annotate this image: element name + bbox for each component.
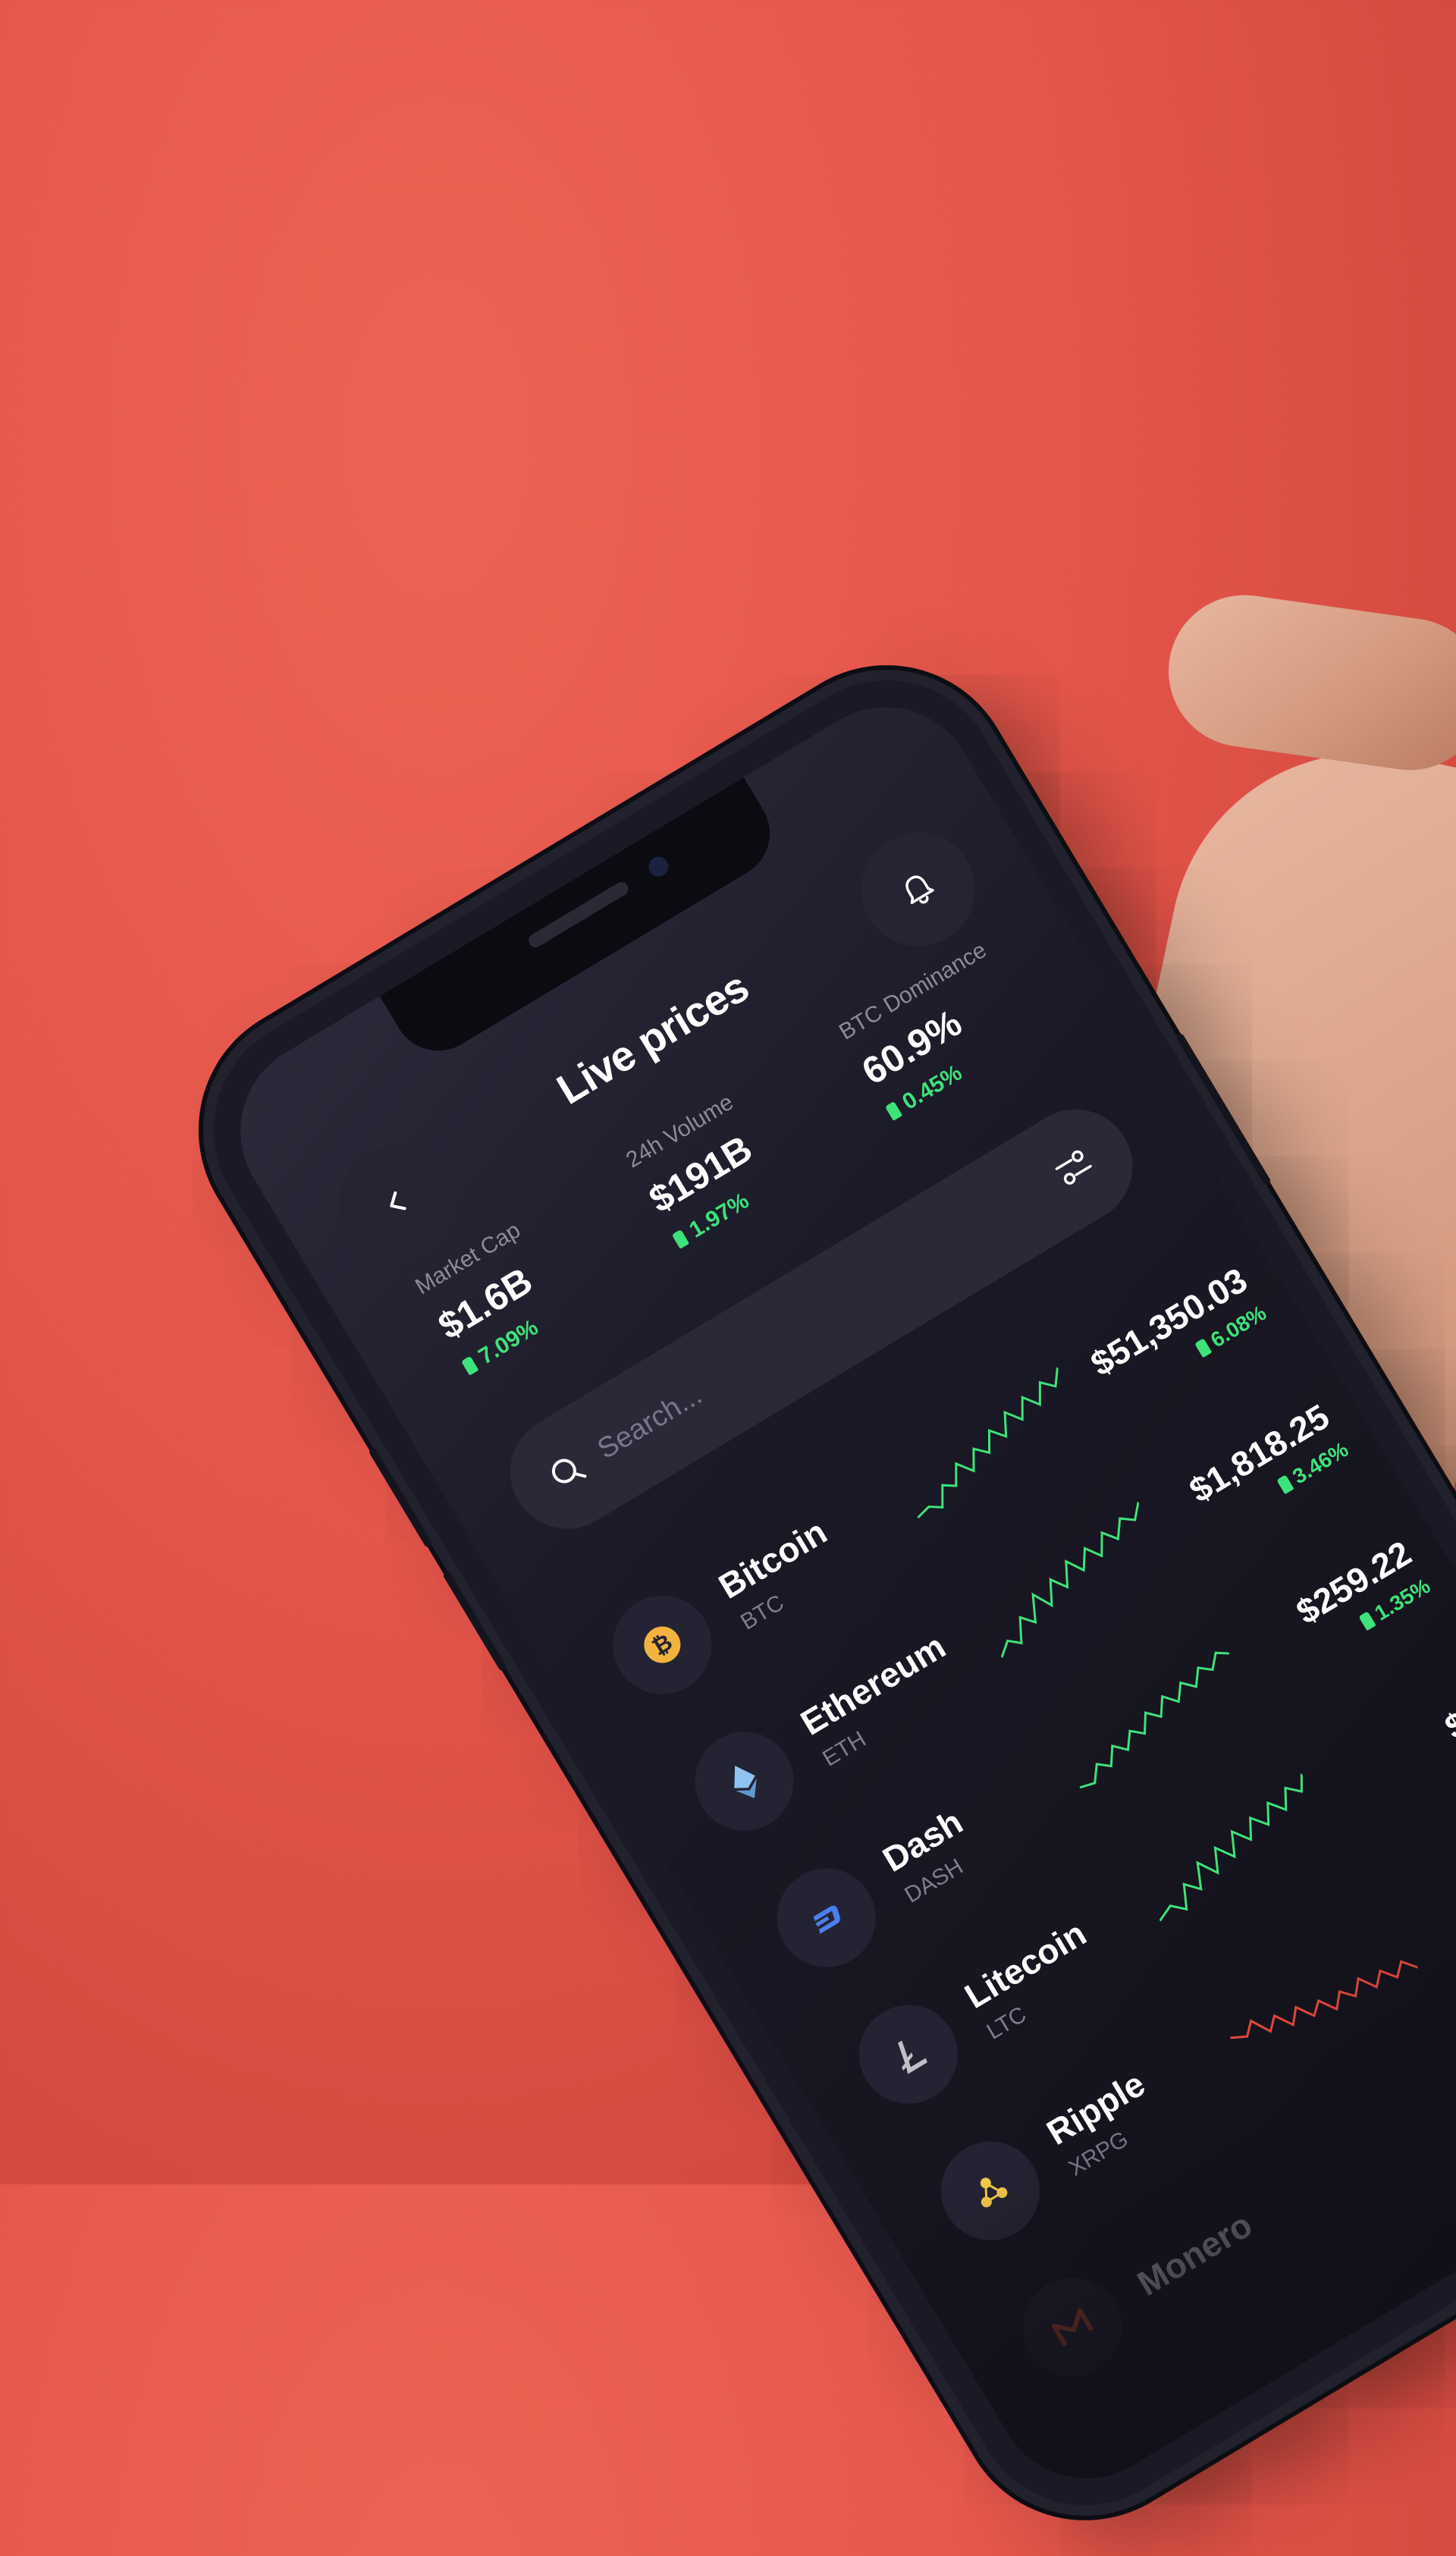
front-camera xyxy=(645,853,673,881)
stat-24h-volume: 24h Volume $191B 1.97% xyxy=(622,1089,786,1252)
coin-icon-wrap xyxy=(676,1713,812,1849)
trend-up-icon xyxy=(671,1229,690,1249)
coin-icon-wrap xyxy=(922,2123,1059,2259)
ethereum-icon xyxy=(734,1765,757,1798)
coin-icon-wrap xyxy=(1004,2259,1141,2395)
ripple-icon xyxy=(980,2178,1008,2208)
trend-up-icon xyxy=(1276,1474,1294,1495)
bitcoin-icon: ₿ xyxy=(644,1626,681,1663)
thumb xyxy=(1159,585,1456,780)
coin-icon-wrap xyxy=(840,1986,977,2122)
volume-button-2 xyxy=(442,1570,507,1672)
dash-icon xyxy=(813,1905,840,1934)
litecoin-icon xyxy=(898,2040,927,2074)
notch xyxy=(379,777,787,1068)
trend-up-icon xyxy=(884,1101,903,1121)
trend-up-icon xyxy=(1194,1338,1213,1358)
trend-up-icon xyxy=(1358,1611,1376,1631)
coin-price-block: $259.22 1.35% xyxy=(1289,1532,1435,1660)
coin-price: $22 xyxy=(1438,1683,1456,1747)
trend-up-icon xyxy=(460,1355,479,1376)
coin-icon-wrap: ₿ xyxy=(595,1577,730,1713)
coin-price-block: $1,818.25 3.46% xyxy=(1182,1396,1353,1538)
coin-name: Monero xyxy=(1130,2204,1259,2303)
monero-icon xyxy=(1051,2308,1094,2347)
coin-price-block: $22 xyxy=(1438,1682,1456,1747)
speaker xyxy=(526,879,631,950)
coin-name-block: Monero xyxy=(1130,2167,1320,2303)
volume-button xyxy=(368,1446,434,1549)
search-icon xyxy=(551,1459,587,1484)
stat-btc-dominance: BTC Dominance 60.9% 0.45% xyxy=(835,937,1039,1125)
coin-icon-wrap xyxy=(758,1850,894,1986)
